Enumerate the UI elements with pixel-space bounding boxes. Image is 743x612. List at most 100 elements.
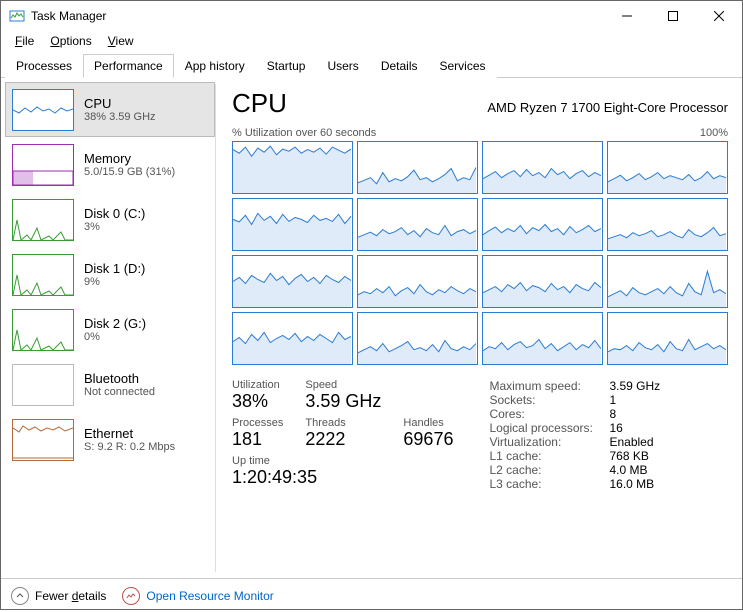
sidebar-thumb xyxy=(12,199,74,241)
stat-key: L3 cache: xyxy=(489,477,609,491)
open-resource-monitor-link[interactable]: Open Resource Monitor xyxy=(122,587,273,605)
sidebar-item-sub: 3% xyxy=(84,221,145,233)
sidebar-thumb xyxy=(12,309,74,351)
cpu-core-graph xyxy=(357,255,478,308)
stat-key: L2 cache: xyxy=(489,463,609,477)
tab-app-history[interactable]: App history xyxy=(174,54,256,78)
cpu-core-graph xyxy=(607,198,728,251)
stat-value: 3.59 GHz xyxy=(609,379,660,393)
processor-name: AMD Ryzen 7 1700 Eight-Core Processor xyxy=(487,100,728,115)
sidebar-item-name: Disk 1 (D:) xyxy=(84,261,145,276)
fewer-details-button[interactable]: Fewer details xyxy=(11,587,106,605)
cpu-core-graph xyxy=(482,312,603,365)
splitter[interactable] xyxy=(215,84,216,572)
stat-key: Virtualization: xyxy=(489,435,609,449)
titlebar: Task Manager xyxy=(1,1,742,31)
sidebar-thumb xyxy=(12,364,74,406)
cpu-core-graph xyxy=(232,312,353,365)
menu-file[interactable]: File xyxy=(9,32,40,50)
stat-row: Virtualization:Enabled xyxy=(489,435,660,449)
stat-value: 16 xyxy=(609,421,622,435)
sidebar-item-cpu[interactable]: CPU38% 3.59 GHz xyxy=(5,82,215,137)
menubar: File Options View xyxy=(1,31,742,51)
sidebar-item-sub: 9% xyxy=(84,276,145,288)
cpu-core-graph xyxy=(232,198,353,251)
sidebar-item-name: Disk 0 (C:) xyxy=(84,206,145,221)
sidebar-item-disk-2-g-[interactable]: Disk 2 (G:)0% xyxy=(5,302,215,357)
close-button[interactable] xyxy=(696,1,742,31)
minimize-button[interactable] xyxy=(604,1,650,31)
tabs: ProcessesPerformanceApp historyStartupUs… xyxy=(1,53,742,78)
tab-users[interactable]: Users xyxy=(316,54,369,78)
cpu-core-graph xyxy=(357,312,478,365)
sidebar-item-sub: 5.0/15.9 GB (31%) xyxy=(84,166,175,178)
graph-label-right: 100% xyxy=(700,127,728,139)
stat-value: 4.0 MB xyxy=(609,463,647,477)
menu-options[interactable]: Options xyxy=(44,32,97,50)
cpu-core-graph xyxy=(357,198,478,251)
sidebar-item-name: Disk 2 (G:) xyxy=(84,316,146,331)
processes-value: 181 xyxy=(232,429,283,450)
sidebar-item-sub: S: 9.2 R: 0.2 Mbps xyxy=(84,441,175,453)
chevron-up-icon xyxy=(11,587,29,605)
app-icon xyxy=(9,8,25,24)
stat-row: Sockets:1 xyxy=(489,393,660,407)
handles-value: 69676 xyxy=(403,429,453,450)
utilization-label: Utilization xyxy=(232,379,283,391)
cpu-core-graph xyxy=(232,255,353,308)
sidebar-item-bluetooth[interactable]: BluetoothNot connected xyxy=(5,357,215,412)
tab-processes[interactable]: Processes xyxy=(5,54,83,78)
sidebar: CPU38% 3.59 GHz Memory5.0/15.9 GB (31%) … xyxy=(1,78,215,578)
stat-key: Maximum speed: xyxy=(489,379,609,393)
page-title: CPU xyxy=(232,88,287,119)
sidebar-item-disk-0-c-[interactable]: Disk 0 (C:)3% xyxy=(5,192,215,247)
stat-row: Cores:8 xyxy=(489,407,660,421)
cpu-grid xyxy=(232,141,728,365)
stat-key: L1 cache: xyxy=(489,449,609,463)
stat-value: 8 xyxy=(609,407,616,421)
threads-value: 2222 xyxy=(305,429,381,450)
stat-key: Logical processors: xyxy=(489,421,609,435)
cpu-core-graph xyxy=(607,255,728,308)
stat-value: 768 KB xyxy=(609,449,648,463)
resource-monitor-icon xyxy=(122,587,140,605)
footer: Fewer details Open Resource Monitor xyxy=(1,578,742,612)
sidebar-thumb xyxy=(12,419,74,461)
cpu-core-graph xyxy=(357,141,478,194)
cpu-core-graph xyxy=(482,198,603,251)
tab-performance[interactable]: Performance xyxy=(83,54,174,78)
stat-row: L2 cache:4.0 MB xyxy=(489,463,660,477)
stat-key: Sockets: xyxy=(489,393,609,407)
sidebar-item-sub: Not connected xyxy=(84,386,155,398)
stat-row: L3 cache:16.0 MB xyxy=(489,477,660,491)
stats-left: Utilization38% Speed3.59 GHz Processes18… xyxy=(232,379,453,491)
sidebar-item-ethernet[interactable]: EthernetS: 9.2 R: 0.2 Mbps xyxy=(5,412,215,467)
speed-value: 3.59 GHz xyxy=(305,391,381,412)
speed-label: Speed xyxy=(305,379,381,391)
cpu-core-graph xyxy=(607,312,728,365)
tab-startup[interactable]: Startup xyxy=(256,54,317,78)
cpu-core-graph xyxy=(232,141,353,194)
uptime-value: 1:20:49:35 xyxy=(232,467,453,488)
main-panel: CPU AMD Ryzen 7 1700 Eight-Core Processo… xyxy=(218,78,742,578)
sidebar-thumb xyxy=(12,254,74,296)
stat-value: Enabled xyxy=(609,435,653,449)
utilization-value: 38% xyxy=(232,391,283,412)
sidebar-item-sub: 0% xyxy=(84,331,146,343)
threads-label: Threads xyxy=(305,417,381,429)
sidebar-item-name: Ethernet xyxy=(84,426,175,441)
maximize-button[interactable] xyxy=(650,1,696,31)
tab-services[interactable]: Services xyxy=(429,54,497,78)
sidebar-item-name: Memory xyxy=(84,151,175,166)
tab-details[interactable]: Details xyxy=(370,54,429,78)
sidebar-item-memory[interactable]: Memory5.0/15.9 GB (31%) xyxy=(5,137,215,192)
menu-view[interactable]: View xyxy=(102,32,140,50)
stat-value: 1 xyxy=(609,393,616,407)
cpu-core-graph xyxy=(482,255,603,308)
sidebar-item-disk-1-d-[interactable]: Disk 1 (D:)9% xyxy=(5,247,215,302)
cpu-core-graph xyxy=(482,141,603,194)
processes-label: Processes xyxy=(232,417,283,429)
sidebar-thumb xyxy=(12,89,74,131)
stat-key: Cores: xyxy=(489,407,609,421)
graph-label-left: % Utilization over 60 seconds xyxy=(232,127,376,139)
